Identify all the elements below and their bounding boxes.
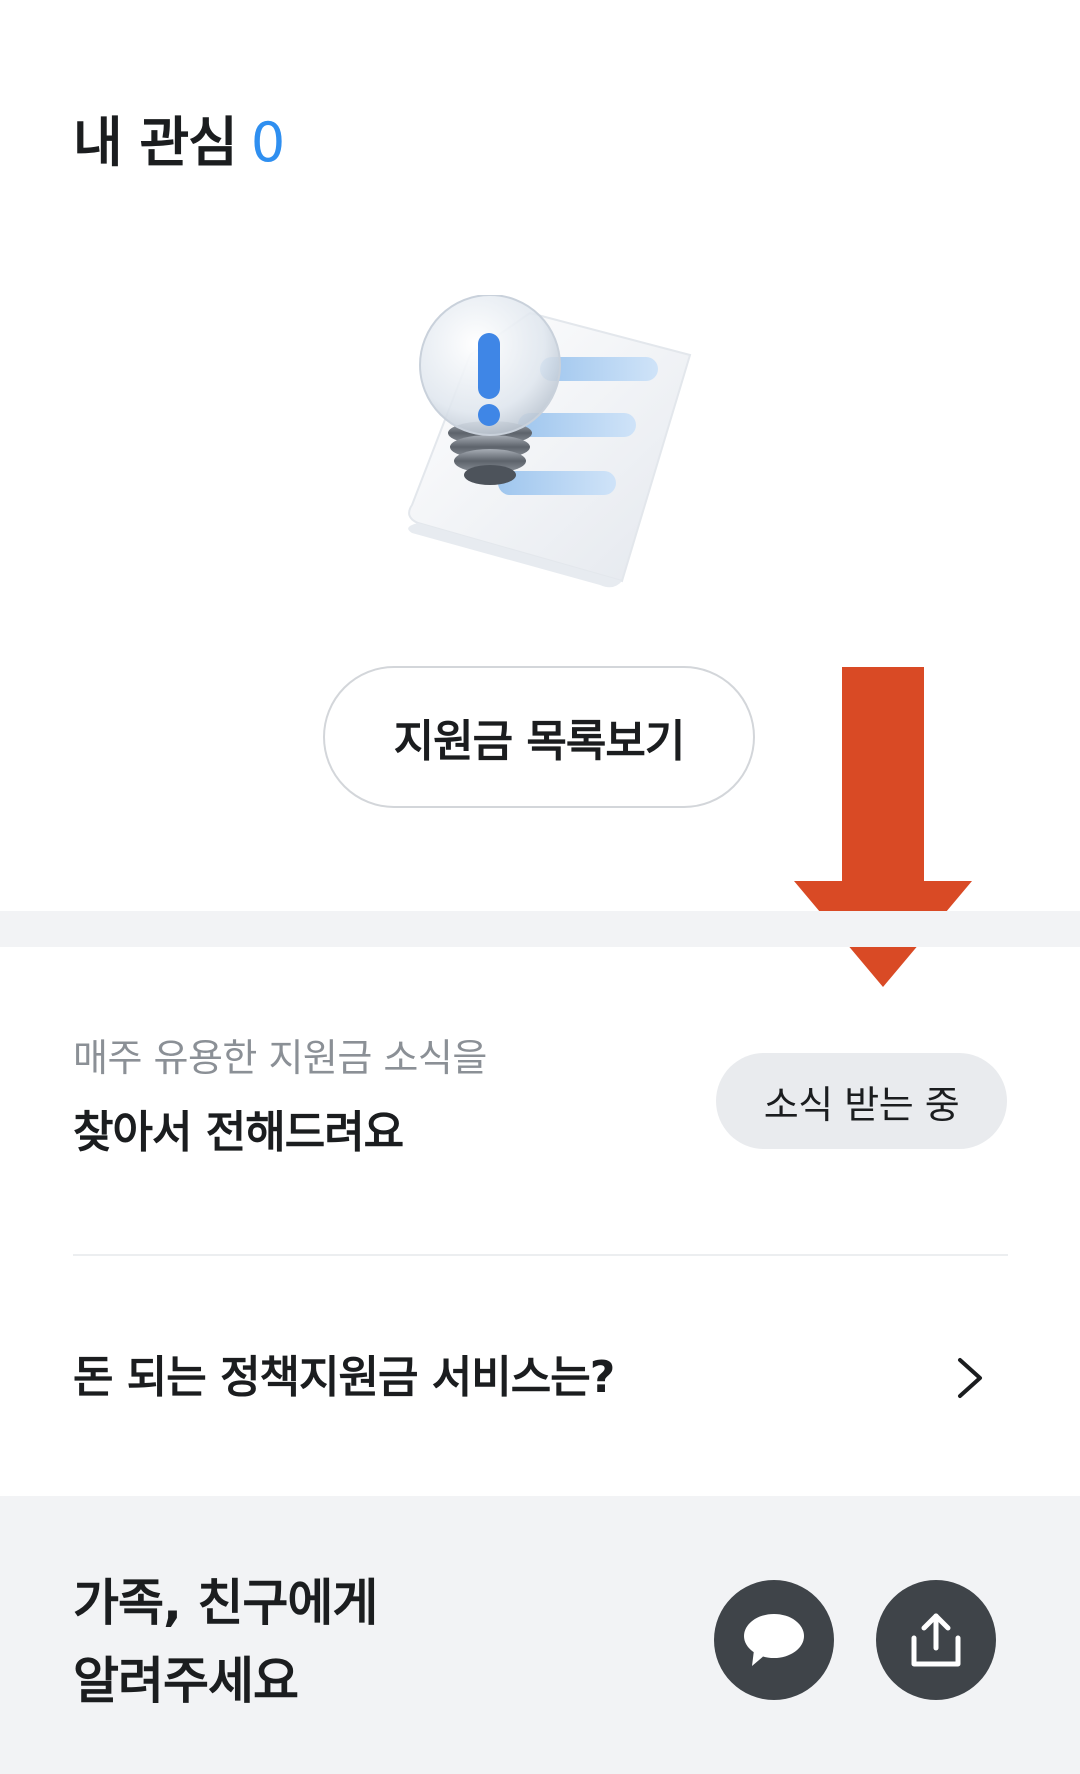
interest-count: 0	[250, 111, 285, 174]
page-title-label: 내 관심	[73, 111, 238, 174]
subscribing-toggle-button[interactable]: 소식 받는 중	[716, 1053, 1007, 1149]
kakao-share-button[interactable]	[714, 1580, 834, 1700]
chevron-right-icon	[958, 1358, 982, 1398]
share-prompt-line1: 가족, 친구에게	[73, 1574, 378, 1632]
policy-service-link[interactable]: 돈 되는 정책지원금 서비스는?	[0, 1256, 1080, 1496]
subscribe-title: 찾아서 전해드려요	[73, 1107, 404, 1158]
chat-bubble-icon	[744, 1614, 804, 1666]
policy-service-label: 돈 되는 정책지원금 서비스는?	[73, 1352, 615, 1403]
share-prompt: 가족, 친구에게 알려주세요	[73, 1564, 378, 1720]
subscribe-subtitle: 매주 유용한 지원금 소식을	[73, 1036, 487, 1080]
browse-subsidy-list-button[interactable]: 지원금 목록보기	[323, 666, 755, 808]
share-upload-icon	[911, 1613, 961, 1667]
page-title: 내 관심 0	[73, 108, 285, 178]
section-divider	[0, 911, 1080, 947]
share-button[interactable]	[876, 1580, 996, 1700]
lightbulb-document-icon	[408, 295, 692, 588]
share-prompt-line2: 알려주세요	[73, 1652, 299, 1710]
share-section: 가족, 친구에게 알려주세요	[0, 1496, 1080, 1774]
